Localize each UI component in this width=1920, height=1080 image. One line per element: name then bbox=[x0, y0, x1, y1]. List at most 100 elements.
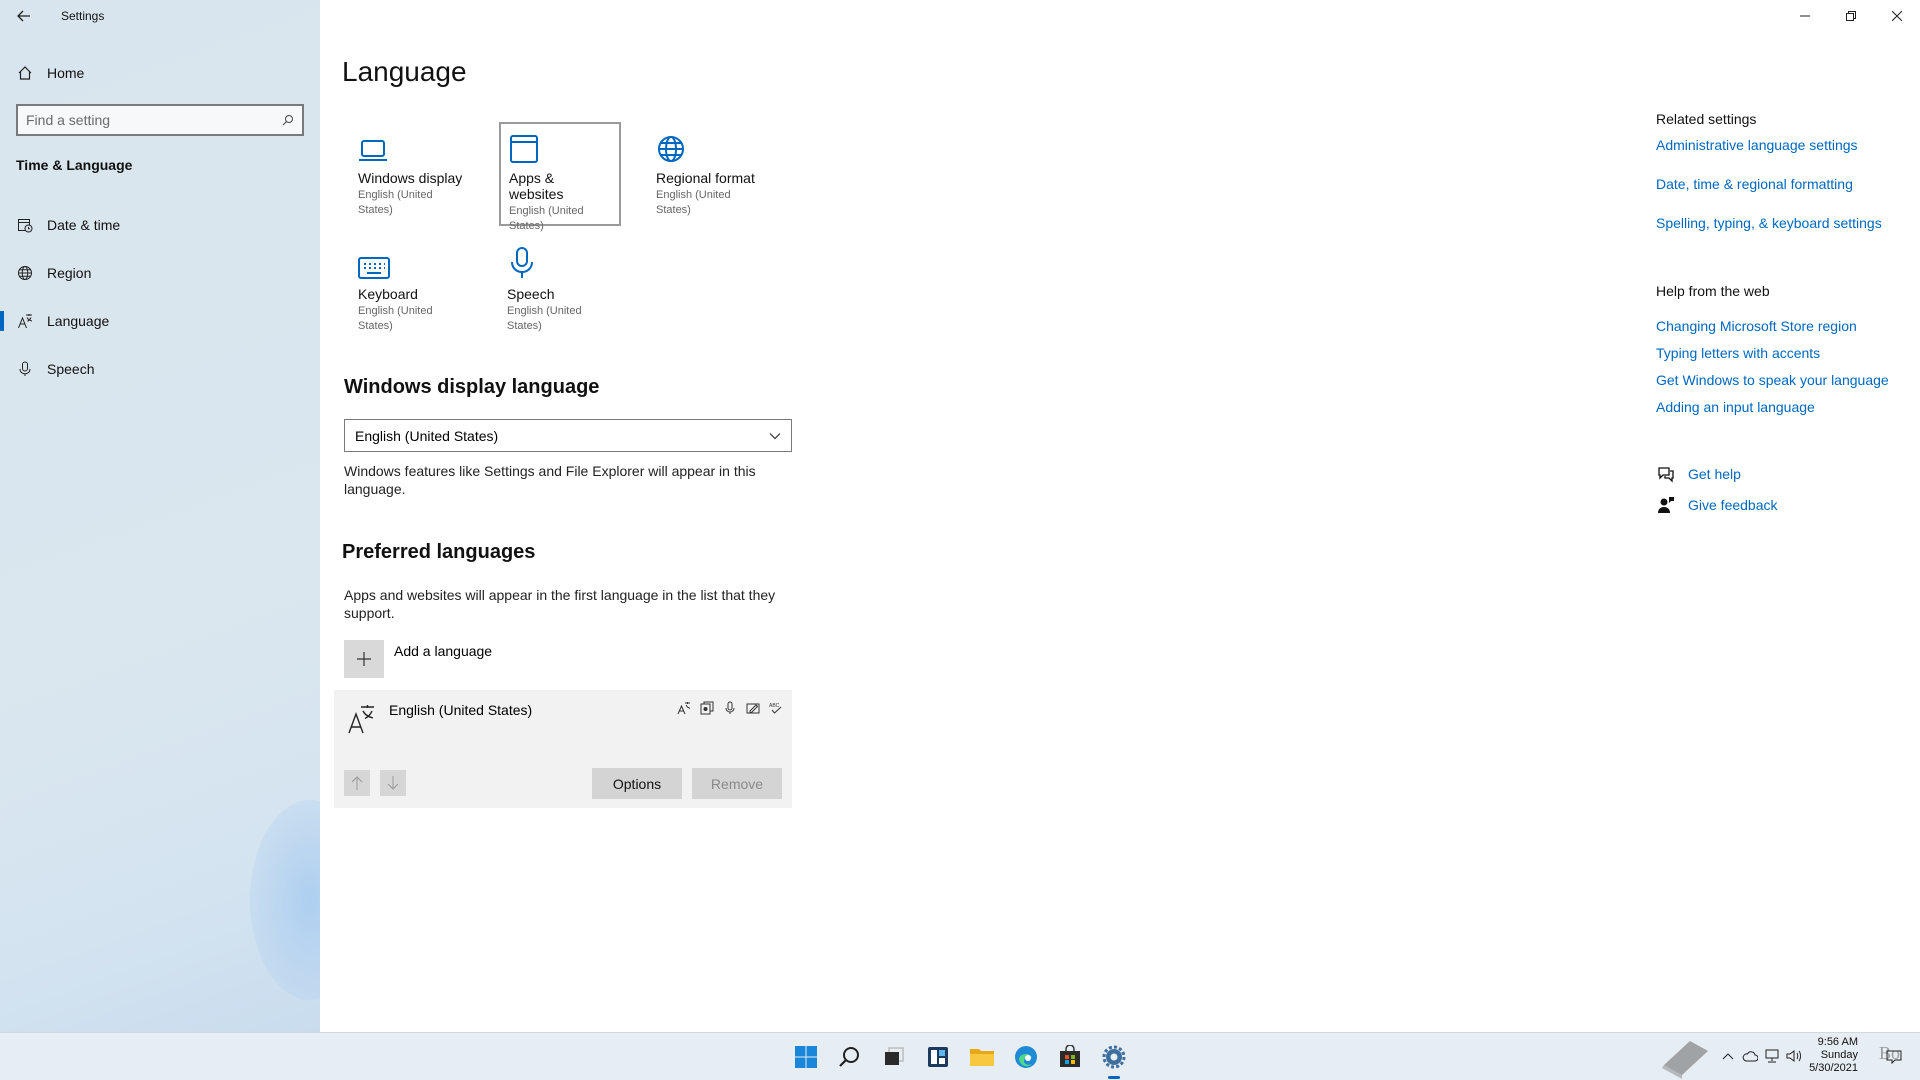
store-button[interactable] bbox=[1054, 1041, 1086, 1073]
svg-text:ABC: ABC bbox=[769, 703, 780, 709]
widgets-button[interactable] bbox=[922, 1041, 954, 1073]
back-button[interactable] bbox=[0, 0, 48, 32]
store-bag-icon bbox=[1060, 1045, 1080, 1067]
handwriting-feature-icon bbox=[744, 700, 761, 715]
help-link-add-input-language[interactable]: Adding an input language bbox=[1656, 399, 1815, 415]
admin-language-settings-link[interactable]: Administrative language settings bbox=[1656, 137, 1858, 153]
chevron-down-icon bbox=[769, 432, 781, 439]
tile-apps-websites[interactable]: Apps & websites English (United States) bbox=[499, 122, 621, 232]
language-list-item[interactable]: English (United States) ABC Options Remo… bbox=[334, 690, 792, 808]
move-down-button[interactable] bbox=[380, 770, 406, 796]
restore-button[interactable] bbox=[1828, 0, 1874, 32]
tile-subtitle: English (United States) bbox=[358, 305, 433, 332]
arrow-down-icon bbox=[387, 776, 399, 790]
related-settings-heading: Related settings bbox=[1656, 111, 1757, 127]
taskbar-apps bbox=[790, 1033, 1130, 1080]
sidebar-item-label: Language bbox=[47, 313, 110, 329]
arrow-up-icon bbox=[351, 776, 363, 790]
clock-time: 9:56 AM bbox=[1817, 1036, 1858, 1048]
display-language-feature-icon bbox=[675, 700, 692, 715]
tile-subtitle: English (United States) bbox=[358, 189, 433, 216]
sidebar-item-label: Date & time bbox=[47, 217, 121, 233]
display-language-description: Windows features like Settings and File … bbox=[344, 463, 756, 497]
spelling-typing-keyboard-settings-link[interactable]: Spelling, typing, & keyboard settings bbox=[1656, 215, 1882, 231]
network-icon[interactable] bbox=[1764, 1048, 1780, 1064]
home-label: Home bbox=[47, 65, 85, 81]
globe-icon bbox=[17, 265, 33, 281]
sidebar-item-date-time[interactable]: Date & time bbox=[0, 205, 320, 245]
chevron-up-icon[interactable] bbox=[1720, 1048, 1736, 1064]
taskbar: Bo 9:56 AM Sunday 5/30/2021 bbox=[0, 1032, 1920, 1080]
search-taskbar-button[interactable] bbox=[834, 1041, 866, 1073]
laptop-icon bbox=[358, 130, 464, 164]
date-time-regional-formatting-link[interactable]: Date, time & regional formatting bbox=[1656, 176, 1853, 192]
display-language-dropdown[interactable]: English (United States) bbox=[344, 419, 792, 452]
cloud-icon[interactable] bbox=[1742, 1048, 1758, 1064]
search-input[interactable] bbox=[26, 112, 266, 128]
tile-name: Keyboard bbox=[358, 286, 418, 302]
get-help-link[interactable]: Get help bbox=[1688, 466, 1741, 482]
give-feedback-row[interactable]: Give feedback bbox=[1656, 495, 1778, 515]
move-up-button[interactable] bbox=[344, 770, 370, 796]
sidebar-item-region[interactable]: Region bbox=[0, 253, 320, 293]
sidebar-item-speech[interactable]: Speech bbox=[0, 349, 320, 389]
settings-taskbar-button[interactable] bbox=[1098, 1041, 1130, 1079]
notification-icon[interactable] bbox=[1886, 1049, 1902, 1065]
minimize-button[interactable] bbox=[1782, 0, 1828, 32]
clock-date: 5/30/2021 bbox=[1809, 1062, 1858, 1074]
sidebar-item-home[interactable]: Home bbox=[0, 56, 320, 90]
get-help-row[interactable]: Get help bbox=[1656, 464, 1741, 484]
tile-subtitle: English (United States) bbox=[656, 189, 731, 216]
microphone-icon bbox=[507, 246, 613, 280]
sidebar-item-label: Speech bbox=[47, 361, 95, 377]
preferred-languages-heading: Preferred languages bbox=[342, 541, 536, 563]
tile-subtitle: English (United States) bbox=[509, 205, 584, 232]
app-title: Settings bbox=[61, 9, 105, 23]
options-button[interactable]: Options bbox=[592, 768, 682, 799]
microphone-icon bbox=[17, 361, 33, 377]
help-link-store-region[interactable]: Changing Microsoft Store region bbox=[1656, 318, 1857, 334]
close-button[interactable] bbox=[1874, 0, 1920, 32]
title-bar: Settings bbox=[0, 0, 320, 32]
feedback-person-icon bbox=[1656, 495, 1676, 515]
tile-keyboard[interactable]: Keyboard English (United States) bbox=[350, 240, 472, 344]
widgets-icon bbox=[928, 1047, 948, 1067]
minimize-icon bbox=[1800, 15, 1810, 17]
tile-name: Regional format bbox=[656, 170, 755, 186]
start-button[interactable] bbox=[790, 1041, 822, 1073]
file-explorer-button[interactable] bbox=[966, 1041, 998, 1073]
remove-button[interactable]: Remove bbox=[692, 768, 782, 799]
task-view-button[interactable] bbox=[878, 1041, 910, 1073]
task-view-icon bbox=[885, 1047, 904, 1065]
edge-browser-button[interactable] bbox=[1010, 1041, 1042, 1073]
tile-windows-display[interactable]: Windows display English (United States) bbox=[350, 124, 472, 228]
chat-help-icon bbox=[1656, 464, 1676, 484]
watermark-book-logo bbox=[1662, 1041, 1708, 1079]
tile-name: Speech bbox=[507, 286, 555, 302]
app-window-icon bbox=[509, 130, 611, 164]
keyboard-icon bbox=[358, 246, 464, 280]
sidebar: Settings Home Time & Language Date & tim… bbox=[0, 0, 370, 1032]
home-icon bbox=[17, 65, 33, 81]
tile-subtitle: English (United States) bbox=[507, 305, 582, 332]
help-from-web-heading: Help from the web bbox=[1656, 283, 1770, 299]
search-box[interactable] bbox=[16, 104, 304, 136]
main-content: Language Windows display English (United… bbox=[320, 0, 1920, 1032]
tray-icons bbox=[1720, 1048, 1802, 1064]
tile-name: Windows display bbox=[358, 170, 463, 186]
help-link-speak-language[interactable]: Get Windows to speak your language bbox=[1656, 372, 1889, 388]
tile-regional-format[interactable]: Regional format English (United States) bbox=[648, 124, 770, 228]
restore-icon bbox=[1846, 11, 1856, 21]
clock[interactable]: 9:56 AM Sunday 5/30/2021 bbox=[1809, 1036, 1858, 1075]
gear-icon bbox=[1102, 1045, 1126, 1069]
volume-icon[interactable] bbox=[1786, 1048, 1802, 1064]
help-link-typing-accents[interactable]: Typing letters with accents bbox=[1656, 345, 1820, 361]
language-icon bbox=[348, 705, 374, 734]
sidebar-item-language[interactable]: Language bbox=[0, 301, 320, 341]
tile-speech[interactable]: Speech English (United States) bbox=[499, 240, 621, 344]
add-language-button[interactable]: Add a language bbox=[344, 640, 492, 678]
spelling-feature-icon: ABC bbox=[767, 700, 784, 715]
give-feedback-link[interactable]: Give feedback bbox=[1688, 497, 1778, 513]
tile-name: Apps & websites bbox=[509, 170, 564, 202]
speech-feature-icon bbox=[721, 700, 738, 715]
